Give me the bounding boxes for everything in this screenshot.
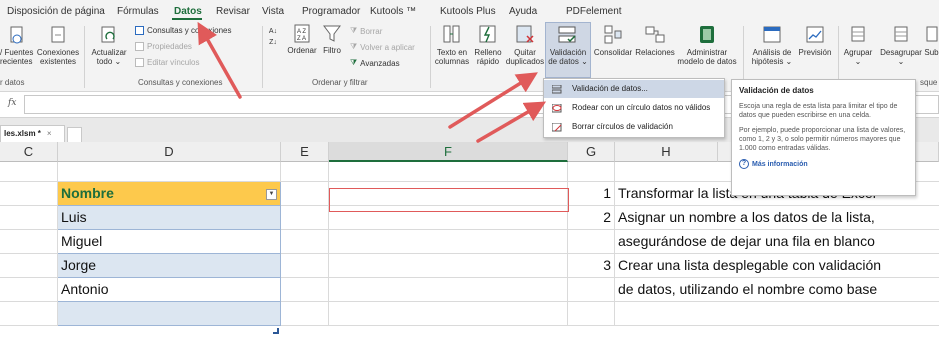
arrow-to-validacion-button xyxy=(448,72,538,129)
arrow-to-validacion-menu-item xyxy=(476,101,547,143)
arrow-to-datos-tab xyxy=(197,21,242,99)
annotation-arrows xyxy=(197,21,547,143)
